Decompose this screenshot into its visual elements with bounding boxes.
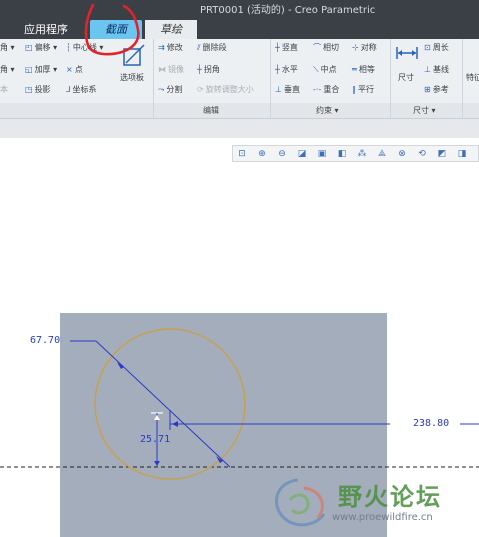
watermark-url: www.proewildfire.cn (332, 512, 433, 523)
red-annotation (84, 3, 140, 56)
watermark-logo-icon (275, 478, 326, 527)
watermark-name: 野火论坛 (338, 483, 442, 511)
